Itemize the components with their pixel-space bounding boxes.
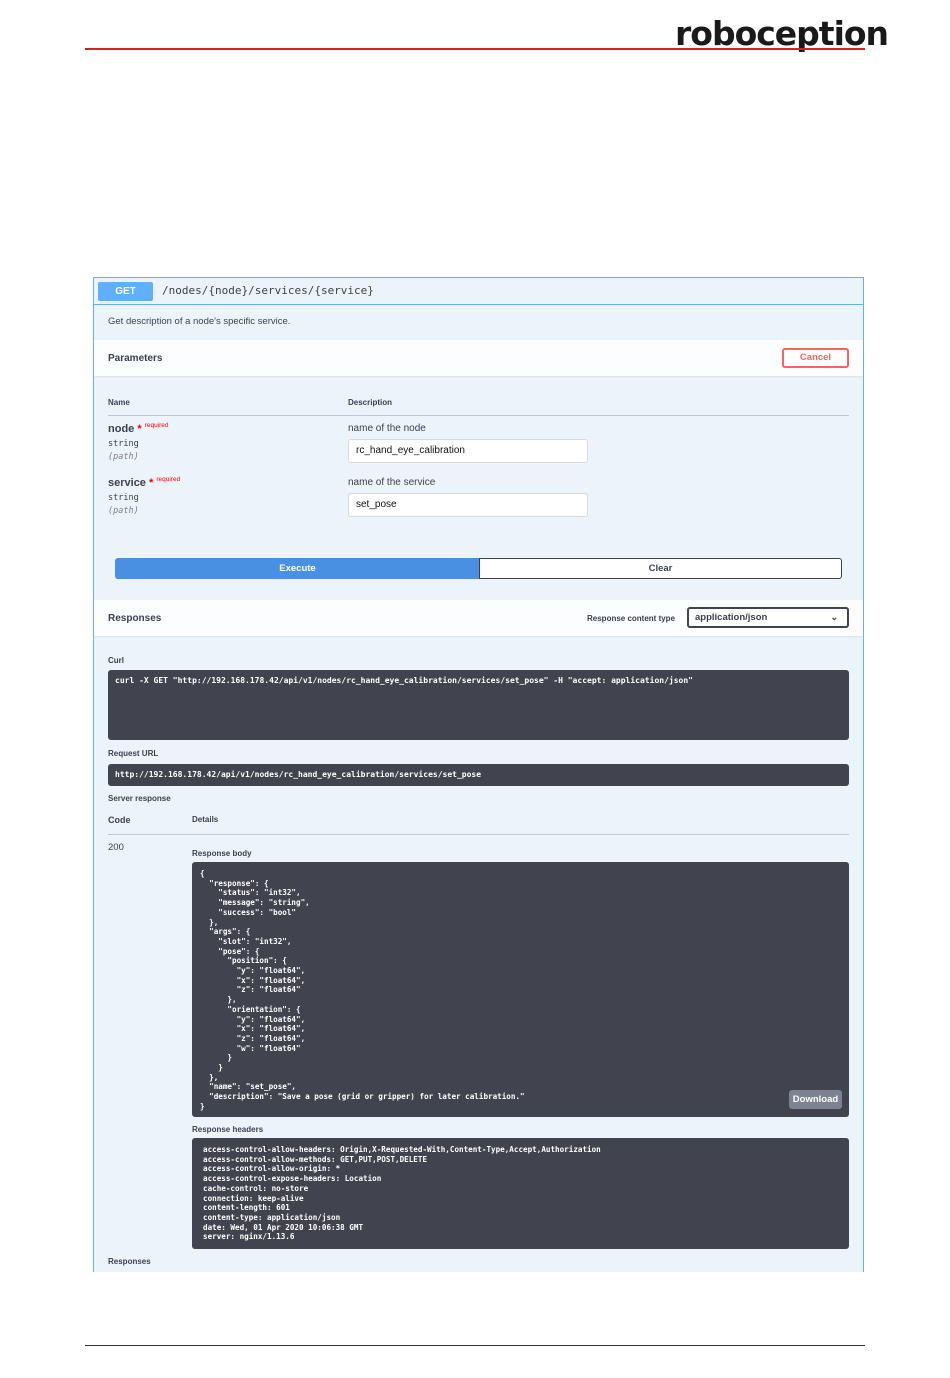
param-service-description: name of the service [348, 477, 436, 488]
required-label: required [144, 422, 169, 429]
param-node-description: name of the node [348, 423, 426, 434]
column-details-header: Details [192, 815, 219, 824]
execute-button[interactable]: Execute [115, 558, 480, 579]
request-url-label: Request URL [108, 749, 159, 758]
content-type-label: Response content type [587, 614, 676, 623]
clear-button[interactable]: Clear [479, 558, 842, 579]
required-label: required [156, 476, 181, 483]
column-divider [108, 415, 849, 416]
response-headers-box[interactable]: access-control-allow-headers: Origin,X-R… [192, 1138, 849, 1249]
response-divider [108, 834, 849, 835]
node-input[interactable]: rc_hand_eye_calibration [348, 439, 588, 463]
responses-title: Responses [108, 613, 162, 624]
param-node-label: node [108, 423, 135, 435]
param-service-name: service * required [108, 476, 181, 489]
param-service-in: (path) [108, 506, 139, 516]
footer-rule [85, 1345, 865, 1346]
operation-description: Get description of a node's specific ser… [108, 316, 291, 327]
header-red-rule [85, 48, 865, 50]
cancel-button[interactable]: Cancel [782, 348, 849, 368]
curl-command-box[interactable]: curl -X GET "http://192.168.178.42/api/v… [108, 670, 849, 740]
content-type-select[interactable]: application/json ⌄ [687, 607, 849, 628]
column-description-header: Description [348, 398, 393, 407]
param-service-label: service [108, 477, 146, 489]
responses-footer-label: Responses [108, 1257, 151, 1266]
param-node-type: string [108, 439, 139, 449]
response-body-label: Response body [192, 849, 252, 858]
response-body-box[interactable]: { "response": { "status": "int32", "mess… [192, 862, 849, 1117]
column-code-header: Code [108, 815, 131, 825]
operation-summary[interactable]: GET /nodes/{node}/services/{service} [94, 278, 863, 305]
responses-header: Responses Response content type applicat… [94, 600, 863, 636]
param-node-name: node * required [108, 422, 169, 435]
request-url-box[interactable]: http://192.168.178.42/api/v1/nodes/rc_ha… [108, 764, 849, 786]
param-node-in: (path) [108, 452, 139, 462]
execute-button-group: Execute Clear [115, 558, 843, 580]
method-badge: GET [98, 282, 153, 301]
operation-path: /nodes/{node}/services/{service} [162, 284, 374, 297]
download-button[interactable]: Download [789, 1090, 842, 1109]
content-type-value: application/json [695, 612, 768, 623]
response-headers-label: Response headers [192, 1125, 264, 1134]
status-code: 200 [108, 842, 124, 853]
parameters-title: Parameters [108, 353, 163, 364]
column-name-header: Name [108, 398, 130, 407]
required-star: * [149, 477, 154, 489]
param-service-type: string [108, 493, 139, 503]
required-star: * [137, 423, 142, 435]
curl-label: Curl [108, 656, 124, 665]
chevron-down-icon: ⌄ [830, 612, 838, 622]
server-response-label: Server response [108, 794, 171, 803]
service-input[interactable]: set_pose [348, 493, 588, 517]
parameters-header: Parameters Cancel [94, 340, 863, 376]
operation-panel: GET /nodes/{node}/services/{service} Get… [93, 277, 864, 1272]
